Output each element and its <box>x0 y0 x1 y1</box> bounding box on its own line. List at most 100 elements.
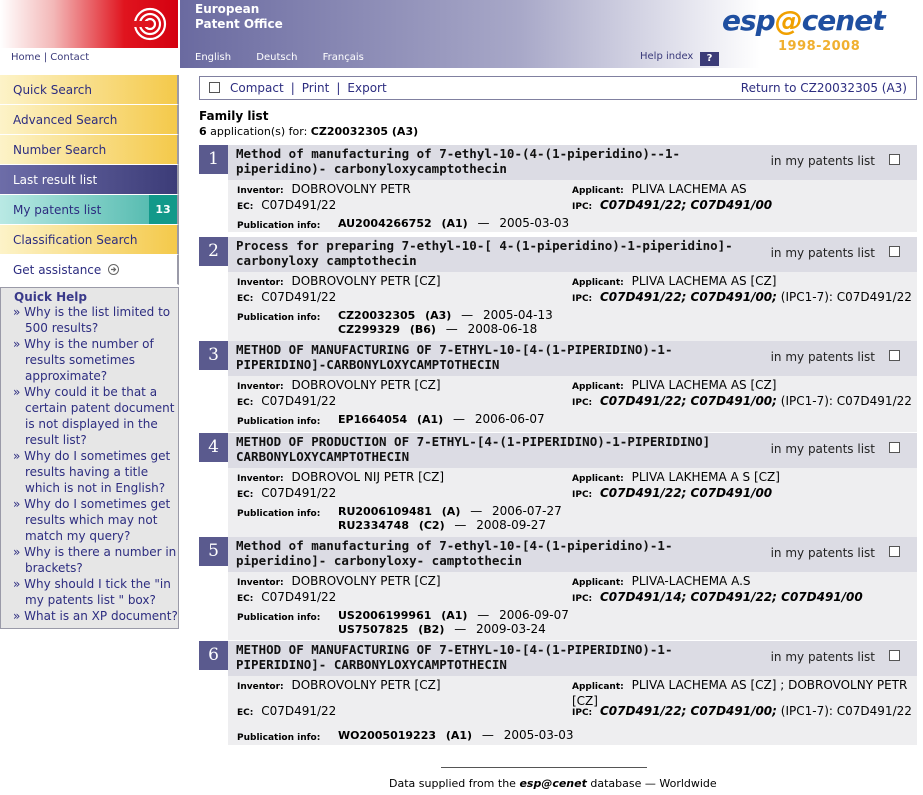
ec-value: C07D491/22 <box>261 590 337 604</box>
entry-details: Inventor: DOBROVOLNY PETR [CZ] Applicant… <box>228 572 917 640</box>
inventor-value: DOBROVOL NIJ PETR [CZ] <box>291 470 445 484</box>
in-my-patents-checkbox[interactable] <box>889 154 900 165</box>
publication-date: 2008-06-18 <box>467 322 538 336</box>
sidebar-item-advanced-search[interactable]: Advanced Search <box>0 105 179 135</box>
sidebar-item-my-patents-list[interactable]: My patents list 13 <box>0 195 179 225</box>
home-link[interactable]: Home <box>11 52 41 63</box>
family-summary: 6 application(s) for: CZ20032305 (A3) <box>199 125 418 138</box>
entry-title-link[interactable]: Method of manufacturing of 7-ethyl-10-[4… <box>236 538 736 568</box>
publication-number-link[interactable]: WO2005019223 <box>338 729 436 742</box>
entry-title-bar: Method of manufacturing of 7-ethyl-10-(4… <box>228 145 917 180</box>
publication-number-link[interactable]: AU2004266752 <box>338 217 432 230</box>
page-title: Family list <box>199 109 269 123</box>
pubinfo-label: Publication info: <box>237 221 321 231</box>
family-count-text: application(s) for: <box>210 125 308 138</box>
applicant-value: PLIVA LACHEMA AS [CZ] <box>631 274 777 288</box>
publication-number-link[interactable]: CZ20032305 <box>338 309 415 322</box>
inventor-label: Inventor: <box>237 578 284 588</box>
sidebar-item-classification-search[interactable]: Classification Search <box>0 225 179 255</box>
export-link[interactable]: Export <box>347 81 386 95</box>
inventor-value: DOBROVOLNY PETR [CZ] <box>291 274 441 288</box>
pubinfo-label-wrap: Publication info: <box>237 505 320 519</box>
quick-help-link[interactable]: Why is the list limited to 500 results? <box>6 304 178 336</box>
applicant-value: PLIVA LACHEMA AS <box>631 182 747 196</box>
quick-help-link[interactable]: Why could it be that a certain patent do… <box>6 384 178 448</box>
ipc-value: C07D491/22; C07D491/00 <box>599 486 773 500</box>
quick-help-link[interactable]: What is an XP document? <box>6 608 178 624</box>
publication-date: 2006-09-07 <box>499 608 569 622</box>
lang-english-link[interactable]: English <box>195 52 231 63</box>
in-my-patents-checkbox[interactable] <box>889 246 900 257</box>
contact-link[interactable]: Contact <box>50 52 89 63</box>
print-link[interactable]: Print <box>302 81 330 95</box>
quick-help-link[interactable]: Why should I tick the "in my patents lis… <box>6 576 178 608</box>
sidebar-item-label: My patents list <box>13 203 102 217</box>
publication-number-link[interactable]: CZ299329 <box>338 323 400 336</box>
inventor-row: Inventor: DOBROVOLNY PETR [CZ] <box>237 274 441 288</box>
compact-link[interactable]: Compact <box>230 81 284 95</box>
return-link[interactable]: Return to CZ20032305 (A3) <box>741 81 907 95</box>
inventor-row: Inventor: DOBROVOLNY PETR [CZ] <box>237 678 441 692</box>
entry-title-link[interactable]: METHOD OF MANUFACTURING OF 7-ETHYL-10-[4… <box>236 342 736 372</box>
ec-label: EC: <box>237 294 254 304</box>
entry-title-link[interactable]: METHOD OF MANUFACTURING OF 7-ETHYL-10-[4… <box>236 642 736 672</box>
entry-title-bar: Process for preparing 7-ethyl-10-[ 4-(1-… <box>228 237 917 272</box>
quick-help-link[interactable]: Why is there a number in brackets? <box>6 544 178 576</box>
publication-entry: US7507825 (B2) — 2009-03-24 <box>338 622 546 636</box>
ipc-value: C07D491/14; C07D491/22; C07D491/00 <box>599 590 863 604</box>
epo-logo-icon <box>132 7 167 41</box>
quick-help-link[interactable]: Why do I sometimes get results having a … <box>6 448 178 496</box>
pubinfo-label-wrap: Publication info: <box>237 729 320 743</box>
applicant-label: Applicant: <box>572 578 624 588</box>
inventor-row: Inventor: DOBROVOLNY PETR [CZ] <box>237 378 441 392</box>
result-toolbar: Compact | Print | Export Return to CZ2003230… <box>199 76 917 100</box>
ipc-value: C07D491/22; C07D491/00; <box>599 290 777 304</box>
applicant-value: PLIVA LAKHEMA A S [CZ] <box>631 470 780 484</box>
in-my-patents-checkbox[interactable] <box>889 350 900 361</box>
ec-row: EC: C07D491/22 <box>237 198 336 212</box>
publication-number-link[interactable]: US7507825 <box>338 623 408 636</box>
inventor-label: Inventor: <box>237 278 284 288</box>
ipc-row: IPC: C07D491/14; C07D491/22; C07D491/00 <box>572 590 863 604</box>
lang-deutsch-link[interactable]: Deutsch <box>256 52 297 63</box>
publication-number-link[interactable]: EP1664054 <box>338 413 407 426</box>
sidebar-item-get-assistance[interactable]: Get assistance <box>0 255 179 285</box>
inventor-label: Inventor: <box>237 382 284 392</box>
ipc-value: C07D491/22; C07D491/00; <box>599 704 777 718</box>
arrow-circle-icon <box>108 264 120 275</box>
applicant-label: Applicant: <box>572 382 624 392</box>
page-header: European Patent Office Home | Contact En… <box>0 0 923 68</box>
family-entry: 3 METHOD OF MANUFACTURING OF 7-ETHYL-10-… <box>199 341 917 432</box>
ec-row: EC: C07D491/22 <box>237 290 336 304</box>
quick-help-link[interactable]: Why do I sometimes get results which may… <box>6 496 178 544</box>
publication-number-link[interactable]: RU2334748 <box>338 519 409 532</box>
entry-title-bar: METHOD OF PRODUCTION OF 7-ETHYL-[4-(1-PI… <box>228 433 917 468</box>
publication-number-link[interactable]: RU2006109481 <box>338 505 432 518</box>
entry-title-link[interactable]: Process for preparing 7-ethyl-10-[ 4-(1-… <box>236 238 736 268</box>
in-my-patents-label: in my patents list <box>770 546 875 560</box>
entry-title-link[interactable]: Method of manufacturing of 7-ethyl-10-(4… <box>236 146 736 176</box>
quick-help-link[interactable]: Why is the number of results sometimes a… <box>6 336 178 384</box>
help-index-link[interactable]: Help index <box>640 51 693 62</box>
applicant-label: Applicant: <box>572 186 624 196</box>
publication-dash: — <box>481 728 494 742</box>
help-icon[interactable]: ? <box>700 52 719 66</box>
publication-number-link[interactable]: US2006199961 <box>338 609 431 622</box>
ipc-row: IPC: C07D491/22; C07D491/00; (IPC1-7): C… <box>572 394 912 408</box>
in-my-patents-checkbox[interactable] <box>889 546 900 557</box>
ipc-extra: (IPC1-7): C07D491/22 <box>780 704 912 718</box>
sidebar-item-last-result-list[interactable]: Last result list <box>0 165 179 195</box>
publication-date: 2008-09-27 <box>476 518 546 532</box>
pubinfo-label: Publication info: <box>237 313 321 323</box>
applicant-label: Applicant: <box>572 474 624 484</box>
in-my-patents-checkbox[interactable] <box>889 650 900 661</box>
sidebar-item-quick-search[interactable]: Quick Search <box>0 75 179 105</box>
lang-francais-link[interactable]: Français <box>323 52 364 63</box>
compact-checkbox[interactable] <box>209 82 220 93</box>
in-my-patents-checkbox[interactable] <box>889 442 900 453</box>
publication-dash: — <box>453 412 466 426</box>
sidebar-item-number-search[interactable]: Number Search <box>0 135 179 165</box>
entry-title-link[interactable]: METHOD OF PRODUCTION OF 7-ETHYL-[4-(1-PI… <box>236 434 736 464</box>
entry-details: Inventor: DOBROVOL NIJ PETR [CZ] Applica… <box>228 468 917 537</box>
applicant-row: Applicant: PLIVA LAKHEMA A S [CZ] <box>572 470 780 484</box>
